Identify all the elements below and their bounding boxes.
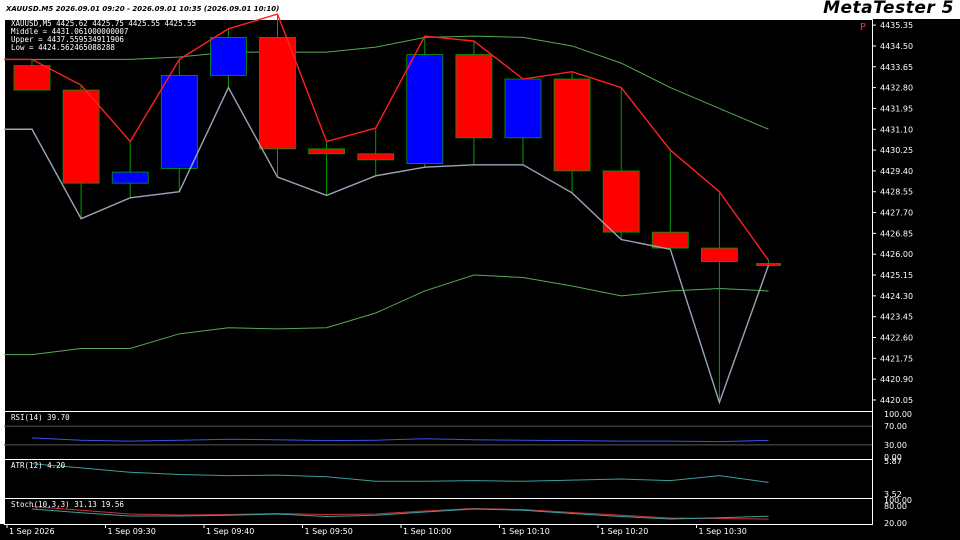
price-tick-label: 4429.40 (880, 167, 913, 176)
price-tick-label: 4423.45 (880, 313, 913, 322)
atr-level-label: 5.87 (884, 457, 902, 466)
price-tick-label: 4426.00 (880, 250, 913, 259)
price-tick-label: 4425.15 (880, 271, 913, 280)
price-tick-label: 4420.90 (880, 375, 913, 384)
candle-body[interactable] (160, 74, 198, 169)
candle-body[interactable] (602, 170, 640, 233)
time-tick-label: 1 Sep 10:30 (699, 527, 747, 536)
price-tick-label: 4424.30 (880, 292, 913, 301)
price-tick-label: 4432.80 (880, 84, 913, 93)
candle-body[interactable] (651, 231, 689, 249)
candle-body[interactable] (209, 36, 247, 76)
candle-body[interactable] (62, 89, 100, 184)
rsi-level-label: 70.00 (884, 422, 907, 431)
price-tick-label: 4426.85 (880, 229, 913, 238)
price-tick-label: 4422.60 (880, 334, 913, 343)
price-chart[interactable]: 4435.35 4434.50 4433.65 4432.80 4431.95 4431.… (0, 0, 960, 540)
time-tick-label: 1 Sep 09:30 (108, 527, 156, 536)
price-tick-label: 4435.35 (880, 21, 913, 30)
candle-body[interactable] (111, 171, 149, 184)
time-tick-label: 1 Sep 09:40 (206, 527, 254, 536)
price-tick-label: 4431.95 (880, 104, 913, 113)
time-tick-label: 1 Sep 10:00 (403, 527, 451, 536)
corner-mark: P (860, 22, 867, 33)
time-tick-label: 1 Sep 2026 (9, 527, 55, 536)
candle-body[interactable] (455, 54, 493, 139)
atr-label: ATR(12) 4.20 (11, 461, 66, 470)
rsi-label: RSI(14) 39.70 (11, 413, 70, 422)
candle-body[interactable] (13, 65, 51, 91)
stoch-label: Stoch(10,3,3) 31.13 19.56 (11, 500, 124, 509)
candle-body[interactable] (701, 247, 738, 262)
candle-body[interactable] (756, 263, 781, 266)
rsi-level-label: 30.00 (884, 441, 907, 450)
price-tick-label: 4428.55 (880, 188, 913, 197)
price-tick-label: 4431.10 (880, 125, 913, 134)
band-low-readout: Low = 4424.562465088288 (11, 43, 115, 52)
stoch-level-label: 20.00 (884, 519, 907, 528)
stoch-level-label: 80.00 (884, 502, 907, 511)
price-tick-label: 4420.05 (880, 396, 913, 405)
candle-body[interactable] (504, 78, 542, 139)
candle-body[interactable] (406, 54, 444, 164)
price-tick-label: 4433.65 (880, 63, 913, 72)
price-tick-label: 4427.70 (880, 209, 913, 218)
candle-body[interactable] (357, 153, 395, 161)
price-tick-label: 4434.50 (880, 42, 913, 51)
time-tick-label: 1 Sep 10:20 (600, 527, 648, 536)
price-tick-label: 4430.25 (880, 146, 913, 155)
time-tick-label: 1 Sep 10:10 (502, 527, 550, 536)
rsi-level-label: 100.00 (884, 410, 912, 419)
price-tick-label: 4421.75 (880, 354, 913, 363)
candle-body[interactable] (308, 148, 346, 155)
time-tick-label: 1 Sep 09:50 (305, 527, 353, 536)
candle-body[interactable] (259, 36, 296, 150)
candle-body[interactable] (553, 78, 591, 172)
